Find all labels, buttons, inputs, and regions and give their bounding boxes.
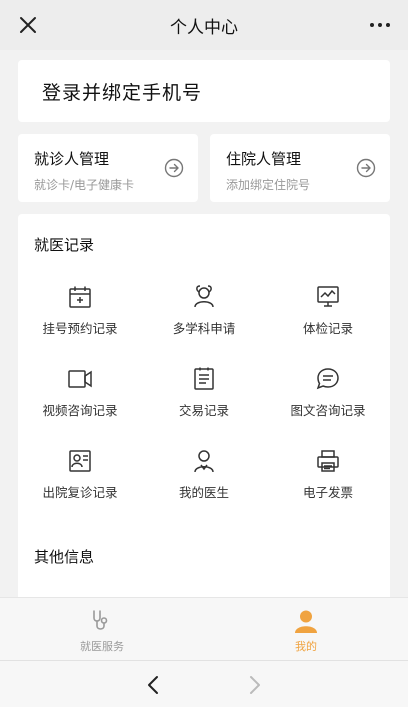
monitor-chart-icon	[317, 286, 339, 307]
video-camera-icon	[68, 370, 92, 388]
printer-icon	[317, 450, 339, 472]
tab-medical-services[interactable]: 就医服务	[0, 598, 204, 660]
medical-records-title: 就医记录	[34, 236, 95, 254]
browser-navigation-bar	[0, 660, 408, 707]
checkup-records-item[interactable]: 体检记录	[266, 284, 390, 346]
discharge-followup-records-item[interactable]: 出院复诊记录	[18, 448, 142, 510]
title-bar: 个人中心	[0, 0, 408, 50]
back-arrow-icon[interactable]	[142, 673, 166, 697]
transaction-records-item[interactable]: 交易记录	[142, 366, 266, 428]
grid-item-label: 挂号预约记录	[42, 321, 118, 336]
patient-management-card[interactable]: 就诊人管理 就诊卡/电子健康卡	[18, 134, 198, 202]
bottom-tab-bar: 就医服务 我的	[0, 597, 408, 660]
stethoscope-icon	[93, 610, 108, 630]
grid-item-label: 图文咨询记录	[290, 403, 366, 418]
video-consult-records-item[interactable]: 视频咨询记录	[18, 366, 142, 428]
chat-bubble-icon	[316, 368, 339, 390]
tab-label: 就医服务	[80, 640, 124, 653]
my-doctor-item[interactable]: 我的医生	[142, 448, 266, 510]
medical-records-card: 就医记录 挂号预约记录 多学科申请 体检记录 视频咨询记录 交易记录 图文咨询记…	[18, 214, 390, 614]
more-options-icon[interactable]	[368, 20, 392, 30]
arrow-right-circle-icon	[356, 158, 376, 178]
page-title: 个人中心	[170, 17, 238, 38]
other-info-title: 其他信息	[34, 548, 95, 566]
grid-item-label: 多学科申请	[172, 321, 236, 336]
grid-item-label: 体检记录	[302, 321, 353, 336]
e-invoice-item[interactable]: 电子发票	[266, 448, 390, 510]
close-icon[interactable]	[18, 15, 38, 35]
arrow-right-circle-icon	[164, 158, 184, 178]
forward-arrow-icon[interactable]	[242, 673, 266, 697]
receipt-icon	[194, 367, 214, 390]
user-icon	[295, 610, 317, 633]
tab-mine[interactable]: 我的	[204, 598, 408, 660]
grid-item-label: 出院复诊记录	[42, 485, 118, 500]
id-card-icon	[69, 450, 91, 472]
multidisciplinary-application-item[interactable]: 多学科申请	[142, 284, 266, 346]
login-bind-phone-label: 登录并绑定手机号	[42, 81, 203, 104]
grid-item-label: 电子发票	[302, 485, 353, 500]
inpatient-management-card[interactable]: 住院人管理 添加绑定住院号	[210, 134, 390, 202]
grid-item-label: 交易记录	[178, 403, 229, 418]
grid-item-label: 视频咨询记录	[42, 403, 118, 418]
patient-management-subtitle: 就诊卡/电子健康卡	[34, 178, 135, 192]
registration-records-item[interactable]: 挂号预约记录	[18, 284, 142, 346]
person-group-icon	[194, 285, 214, 308]
inpatient-management-subtitle: 添加绑定住院号	[226, 178, 311, 192]
calendar-icon	[69, 286, 91, 308]
grid-item-label: 我的医生	[178, 485, 229, 500]
text-consult-records-item[interactable]: 图文咨询记录	[266, 366, 390, 428]
doctor-icon	[194, 450, 214, 473]
tab-label: 我的	[295, 640, 317, 653]
login-card[interactable]: 登录并绑定手机号	[18, 60, 390, 122]
